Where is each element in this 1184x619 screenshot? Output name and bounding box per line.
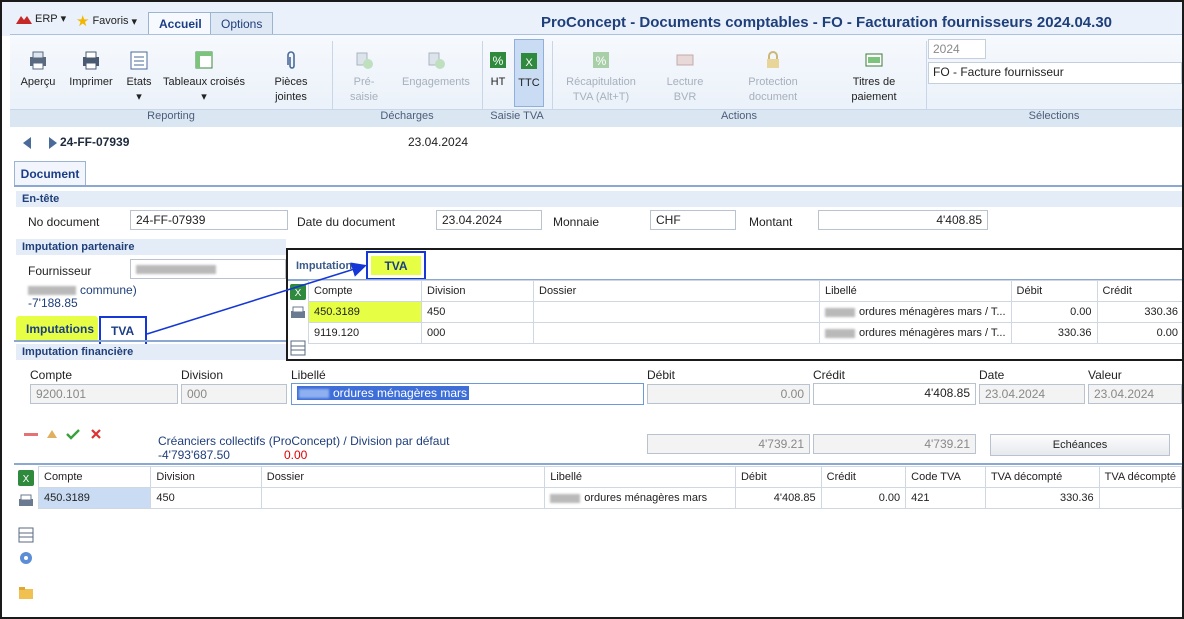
callout-arrow-icon (146, 262, 367, 335)
